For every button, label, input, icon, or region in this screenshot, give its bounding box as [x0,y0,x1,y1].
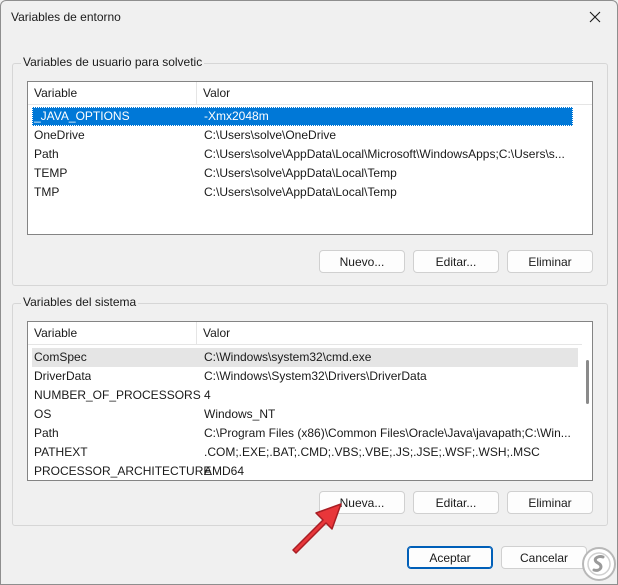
list-header: Variable Valor [28,322,592,345]
cell-variable: TMP [34,185,60,199]
list-header: Variable Valor [28,82,592,105]
table-row[interactable]: ComSpec C:\Windows\system32\cmd.exe [32,348,578,367]
table-row[interactable]: _JAVA_OPTIONS -Xmx2048m [32,107,573,126]
column-header-valor[interactable]: Valor [196,82,592,104]
column-header-variable[interactable]: Variable [28,322,196,344]
cell-variable: Path [34,426,59,440]
cell-variable: _JAVA_OPTIONS [34,109,130,123]
cell-variable: OS [34,407,52,421]
cell-valor: C:\Users\solve\AppData\Local\Microsoft\W… [204,147,565,161]
cell-valor: .COM;.EXE;.BAT;.CMD;.VBS;.VBE;.JS;.JSE;.… [204,445,540,459]
title-bar: Variables de entorno [1,1,617,33]
cell-variable: NUMBER_OF_PROCESSORS [34,388,201,402]
cell-valor: C:\Program Files (x86)\Common Files\Orac… [204,426,571,440]
table-row[interactable]: NUMBER_OF_PROCESSORS 4 [32,386,578,405]
table-row[interactable]: OneDrive C:\Users\solve\OneDrive [32,126,573,145]
cell-valor: 4 [204,388,211,402]
system-variables-list[interactable]: Variable Valor ComSpec C:\Windows\system… [27,321,593,481]
table-row[interactable]: OS Windows_NT [32,405,578,424]
cell-variable: DriverData [34,369,92,383]
table-row[interactable]: TEMP C:\Users\solve\AppData\Local\Temp [32,164,573,183]
user-variables-label: Variables de usuario para solvetic [21,55,205,69]
red-arrow-icon [292,503,342,554]
table-row[interactable]: PATHEXT .COM;.EXE;.BAT;.CMD;.VBS;.VBE;.J… [32,443,578,462]
vertical-scrollbar[interactable] [582,344,592,480]
user-new-button[interactable]: Nuevo... [319,250,405,273]
user-variables-list[interactable]: Variable Valor _JAVA_OPTIONS -Xmx2048m O… [27,81,593,235]
cell-valor: AMD64 [204,464,245,478]
table-row[interactable]: TMP C:\Users\solve\AppData\Local\Temp [32,183,573,202]
cell-variable: TEMP [34,166,68,180]
table-row[interactable]: Path C:\Program Files (x86)\Common Files… [32,424,578,443]
cancel-button[interactable]: Cancelar [501,546,587,569]
cell-variable: Path [34,147,59,161]
close-icon [589,11,601,23]
table-row[interactable]: DriverData C:\Windows\System32\Drivers\D… [32,367,578,386]
cell-variable: ComSpec [34,350,87,364]
cell-variable: OneDrive [34,128,85,142]
user-variables-group: Variables de usuario para solvetic Varia… [12,55,608,286]
cell-valor: C:\Windows\system32\cmd.exe [204,350,372,364]
column-header-valor[interactable]: Valor [196,322,592,344]
cell-valor: C:\Users\solve\AppData\Local\Temp [204,185,397,199]
table-row[interactable]: PROCESSOR_ARCHITECTURE AMD64 [32,462,578,480]
user-edit-button[interactable]: Editar... [413,250,499,273]
cell-variable: PATHEXT [34,445,88,459]
cell-valor: C:\Windows\System32\Drivers\DriverData [204,369,427,383]
cell-valor: C:\Users\solve\AppData\Local\Temp [204,166,397,180]
system-edit-button[interactable]: Editar... [413,491,499,514]
accept-button[interactable]: Aceptar [407,546,493,569]
system-variables-label: Variables del sistema [21,295,139,309]
close-button[interactable] [575,1,615,33]
system-delete-button[interactable]: Eliminar [507,491,593,514]
solvetic-logo-icon [582,547,616,581]
user-delete-button[interactable]: Eliminar [507,250,593,273]
cell-valor: C:\Users\solve\OneDrive [204,128,337,142]
window-title: Variables de entorno [11,10,121,24]
scrollbar-thumb[interactable] [586,360,589,404]
column-header-variable[interactable]: Variable [28,82,196,104]
cell-variable: PROCESSOR_ARCHITECTURE [34,464,212,478]
cell-valor: -Xmx2048m [204,109,269,123]
cell-valor: Windows_NT [204,407,276,421]
table-row[interactable]: Path C:\Users\solve\AppData\Local\Micros… [32,145,573,164]
